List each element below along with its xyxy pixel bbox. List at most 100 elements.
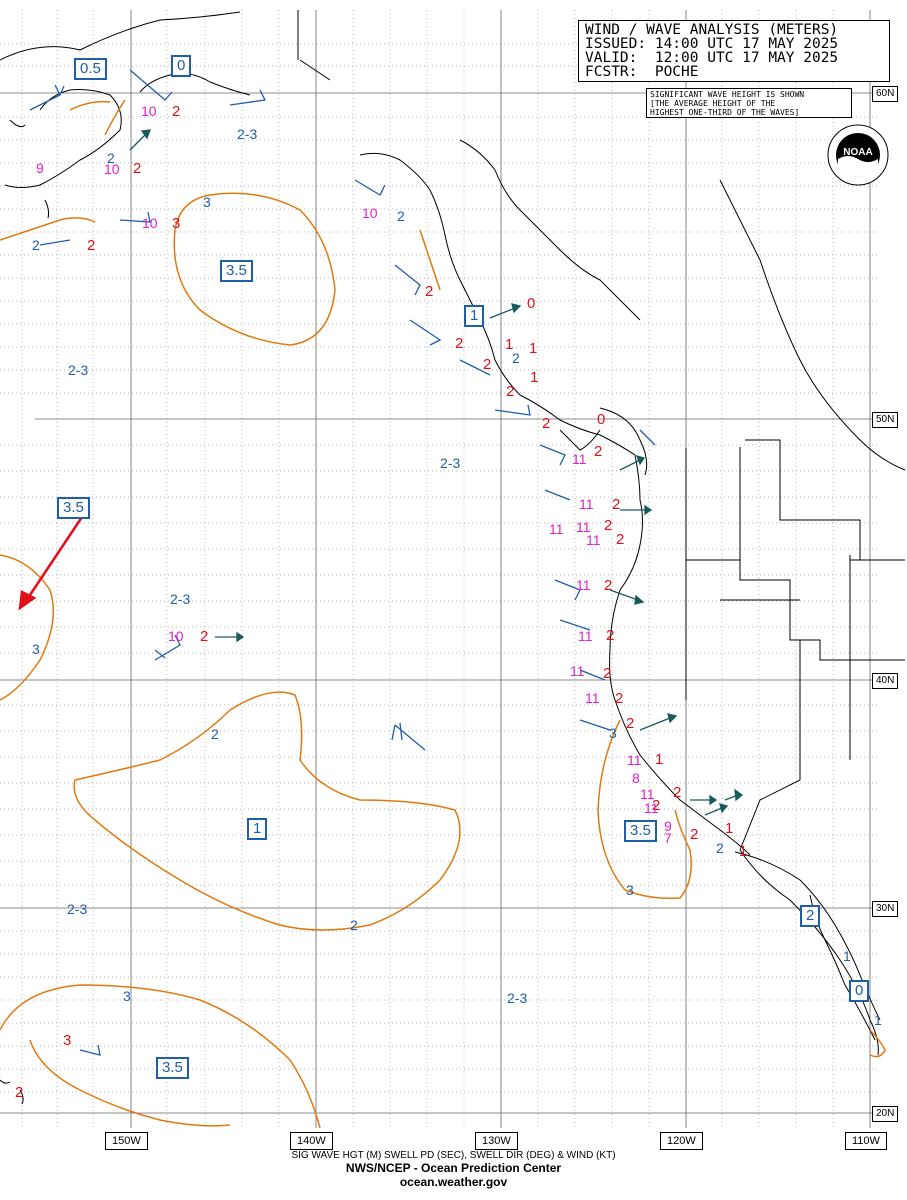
lat-label-20n: 20N [872,1106,899,1122]
obs-height: 2 [606,627,615,644]
obs-label-blue: 3 [609,725,617,741]
obs-height: 2 [483,356,492,373]
header-valid: VALID: 12:00 UTC 17 MAY 2025 [585,50,839,66]
obs-height: 0 [597,411,606,428]
obs-height: 1 [655,751,664,768]
lat-label-60n: 60N [872,86,899,102]
boxed-wave-label: 3.5 [57,497,90,519]
boxed-wave-label: 0 [849,980,870,1002]
lat-label-30n: 30N [872,901,899,917]
lon-label-150w: 150W [105,1132,148,1150]
obs-period: 11 [586,532,601,548]
lat-label-40n: 40N [872,673,899,689]
header-title: WIND / WAVE ANALYSIS (METERS) [585,22,839,38]
obs-period: 11 [579,496,594,512]
range-label: 2-3 [67,901,88,917]
obs-height: 2 [87,237,96,254]
contour-label: 2 [211,726,219,742]
noaa-text: NOAA [843,147,872,158]
contour-west-top [0,217,96,241]
obs-height: 2 [690,826,699,843]
obs-label-blue: 2 [32,237,40,253]
wave-height-note: SIGNIFICANT WAVE HEIGHT IS SHOWN [THE AV… [646,88,852,118]
footer-legend: SIG WAVE HGT (M) SWELL PD (SEC), SWELL D… [291,1150,616,1161]
boxed-wave-label: 3.5 [156,1057,189,1079]
obs-height: 2 [133,160,142,177]
obs-height: 2 [612,496,621,513]
lat-label-50n: 50N [872,412,899,428]
footer-site-link[interactable]: ocean.weather.gov [0,1175,907,1189]
obs-period: 10 [362,205,378,221]
contour-2-central [73,691,461,931]
boxed-wave-label: 1 [464,305,485,327]
obs-period: 8 [632,770,640,786]
obs-height: 2 [604,577,613,594]
obs-height: 3 [172,215,181,232]
wave-contours [0,99,886,1129]
obs-height: 0 [527,295,536,312]
obs-period: 10 [142,215,158,231]
obs-height: 1 [530,369,539,386]
header-forecaster: FCSTR: POCHE [585,64,699,80]
contour-3-west [0,554,55,701]
obs-period: 10 [141,103,157,119]
lon-label-130w: 130W [475,1132,518,1150]
obs-period: 11 [549,521,564,537]
contour-label: 3 [32,641,40,657]
contour-label: 1 [843,948,851,964]
obs-height: 2 [673,784,682,801]
range-label: 2-3 [68,362,89,378]
fine-grid [0,10,880,1128]
obs-height: 2 [594,443,603,460]
obs-height: 2 [603,665,612,682]
obs-height: 1 [529,340,538,357]
obs-period: 10 [168,628,184,644]
map-canvas [0,10,906,1129]
obs-height: 2 [425,283,434,300]
header-issued: ISSUED: 14:00 UTC 17 MAY 2025 [585,36,839,52]
range-label: 2-3 [507,990,528,1006]
contour-alaska [104,99,126,136]
obs-period: 11 [570,663,585,679]
lon-label-140w: 140W [290,1132,333,1150]
obs-label-blue: 2 [716,840,724,856]
obs-period: 11 [578,628,593,644]
footer-center: NWS/NCEP - Ocean Prediction Center [345,1161,562,1175]
obs-period: 11 [644,800,659,816]
major-grid [0,10,880,1128]
obs-height: 2 [604,517,613,534]
note-line-2: [THE AVERAGE HEIGHT OF THE [650,99,776,108]
lon-label-110w: 110W [845,1132,887,1150]
contour-3-north [173,192,336,346]
obs-label-blue: 2 [397,208,405,224]
obs-period: 10 [104,161,120,177]
contour-label: 3 [203,194,211,210]
obs-height: 3 [63,1032,72,1049]
obs-height: 2 [626,715,635,732]
obs-height: 2 [542,415,551,432]
obs-height: 2 [15,1084,24,1101]
boxed-wave-label: 3.5 [220,260,253,282]
boxed-wave-label: 0.5 [74,58,107,80]
range-label: 2-3 [237,126,258,142]
analysis-header: WIND / WAVE ANALYSIS (METERS) ISSUED: 14… [578,20,890,82]
obs-period: 11 [585,690,600,706]
note-line-3: HIGHEST ONE-THIRD OF THE WAVES] [650,108,800,117]
obs-height: 2 [200,628,209,645]
contour-label: 1 [874,1012,882,1028]
wave-analysis-map: WIND / WAVE ANALYSIS (METERS) ISSUED: 14… [0,0,907,1200]
boxed-wave-label: 1 [247,818,268,840]
obs-height: 2 [616,531,625,548]
contour-label: 2 [350,917,358,933]
note-line-1: SIGNIFICANT WAVE HEIGHT IS SHOWN [650,90,805,99]
obs-period: 9 [36,160,44,176]
obs-height: 1 [739,843,748,860]
lon-label-120w: 120W [660,1132,703,1150]
obs-height: 1 [725,820,734,837]
contour-ak2 [69,100,111,111]
contour-label: 3 [123,988,131,1004]
contour-label: 3 [626,882,634,898]
boxed-wave-label: 2 [800,905,821,927]
wind-barbs [29,69,656,1056]
obs-height: 2 [506,383,515,400]
